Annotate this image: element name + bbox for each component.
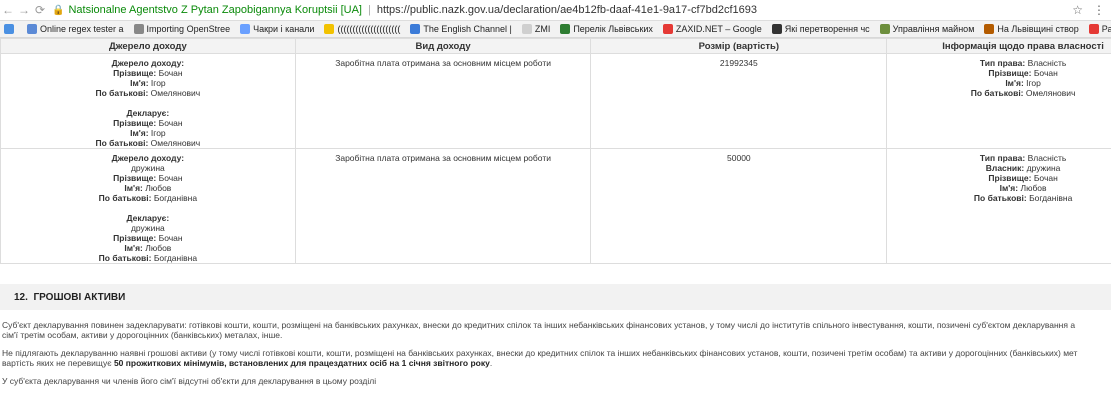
back-icon[interactable]: ← [0, 3, 16, 17]
section-header: 12. ГРОШОВІ АКТИВИ [0, 284, 1111, 310]
bookmark-favicon-icon [662, 24, 673, 34]
bookmark-star-icon[interactable]: ☆ [1072, 3, 1093, 17]
bookmark-item[interactable]: The English Channel | [410, 24, 512, 34]
ownership-cell: Тип права: Власність Власник: дружина Пр… [886, 148, 1111, 264]
bookmark-favicon-icon [521, 24, 532, 34]
menu-icon[interactable]: ⋮ [1093, 3, 1111, 17]
page-content: Джерело доходу Вид доходу Розмір (вартіс… [0, 38, 1111, 386]
income-amount-cell: 21992345 [590, 53, 888, 149]
bookmark-item[interactable]: На Львівщині створ [984, 24, 1079, 34]
bookmark-label: ((((((((((((((((((((( [337, 24, 401, 34]
bookmark-item[interactable]: Online regex tester a [27, 24, 124, 34]
income-amount-cell: 50000 [590, 148, 888, 264]
apps-icon[interactable] [4, 24, 17, 34]
income-type-cell: Заробітна плата отримана за основним міс… [294, 53, 592, 149]
bookmark-item[interactable]: ((((((((((((((((((((( [324, 24, 400, 34]
bookmark-item[interactable]: Чакри і канали [240, 24, 314, 34]
bookmark-label: Чакри і канали [253, 24, 315, 34]
address-bar: ← → ⟳ 🔒 Natsionalne Agentstvo Z Pytan Za… [0, 0, 1111, 21]
bookmark-favicon-icon [324, 24, 335, 34]
bookmark-item[interactable]: Управління майном [879, 24, 975, 34]
income-table: Джерело доходу Вид доходу Розмір (вартіс… [0, 38, 1111, 264]
bookmark-label: Управління майном [892, 24, 975, 34]
bookmark-label: Importing OpenStree [146, 24, 231, 34]
forward-icon[interactable]: → [16, 3, 32, 17]
bookmark-label: Які перетворення чс [784, 24, 870, 34]
bookmark-favicon-icon [410, 24, 421, 34]
income-source-cell: Джерело доходу: дружина Прізвище: Бочан … [0, 148, 296, 264]
section-title: ГРОШОВІ АКТИВИ [33, 291, 126, 303]
bookmark-favicon-icon [771, 24, 782, 34]
table-row: Джерело доходу: дружина Прізвище: Бочан … [0, 148, 1111, 264]
bookmark-favicon-icon [240, 24, 251, 34]
bookmark-item[interactable]: Растения против Зо [1088, 24, 1111, 34]
bookmark-item[interactable]: Які перетворення чс [771, 24, 870, 34]
bookmark-label: Перелік Львівських [573, 24, 653, 34]
section-exclusions: Не підлягають декларуванню наявні грошов… [2, 348, 1078, 368]
bookmark-favicon-icon [560, 24, 571, 34]
bookmark-favicon-icon [1088, 24, 1099, 34]
col-header-amount: Розмір (вартість) [590, 38, 888, 54]
bookmark-label: Online regex tester a [40, 24, 124, 34]
bookmark-label: The English Channel | [423, 24, 512, 34]
income-type-cell: Заробітна плата отримана за основним міс… [294, 148, 592, 264]
bookmarks-bar: Online regex tester a Importing OpenStree… [0, 21, 1111, 38]
bookmark-favicon-icon [879, 24, 890, 34]
section-empty-note: У суб'єкта декларування чи членів його с… [2, 376, 377, 386]
bookmark-item[interactable]: Перелік Львівських [560, 24, 653, 34]
bookmark-item[interactable]: ZAXID.NET – Google [662, 24, 762, 34]
bookmark-label: На Львівщині створ [997, 24, 1079, 34]
bookmark-label: Растения против Зо [1101, 24, 1111, 34]
address-separator: | [367, 4, 371, 16]
section-number: 12. [14, 291, 28, 303]
url-input[interactable]: https://public.nazk.gov.ua/declaration/a… [377, 4, 757, 16]
site-identity[interactable]: Natsionalne Agentstvo Z Pytan Zapobigann… [68, 4, 362, 16]
bookmark-favicon-icon [27, 24, 37, 34]
bookmark-item[interactable]: ZMI [521, 24, 551, 34]
col-header-type: Вид доходу [294, 38, 592, 54]
bookmark-favicon-icon [133, 24, 144, 34]
bookmark-label: ZAXID.NET – Google [675, 24, 762, 34]
reload-icon[interactable]: ⟳ [32, 3, 48, 17]
ownership-cell: Тип права: Власність Прізвище: Бочан Ім'… [886, 53, 1111, 149]
lock-icon[interactable]: 🔒 [52, 5, 64, 16]
col-header-ownership: Інформація щодо права власності [886, 38, 1111, 54]
table-row: Джерело доходу: Прізвище: Бочан Ім'я: Іг… [0, 53, 1111, 149]
bookmark-favicon-icon [984, 24, 995, 34]
col-header-source: Джерело доходу [0, 38, 296, 54]
bookmark-item[interactable]: Importing OpenStree [133, 24, 231, 34]
bookmark-label: ZMI [534, 24, 551, 34]
income-source-cell: Джерело доходу: Прізвище: Бочан Ім'я: Іг… [0, 53, 296, 149]
section-description: Суб'єкт декларування повинен задекларува… [2, 320, 1076, 340]
